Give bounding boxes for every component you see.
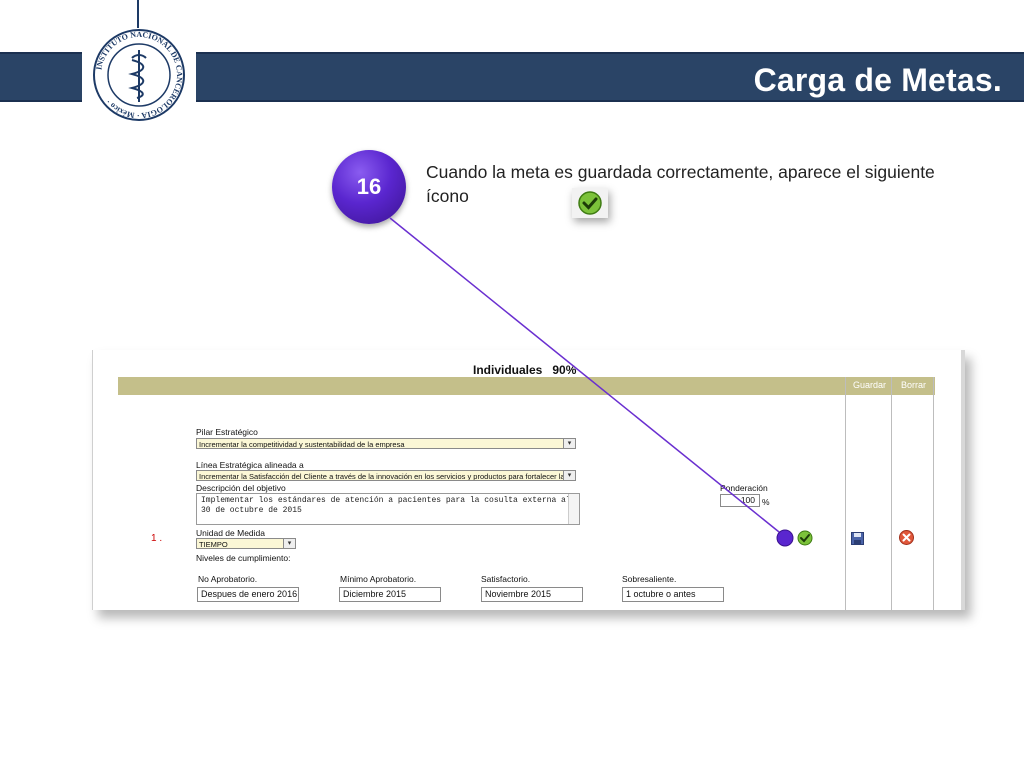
linea-value: Incrementar la Satisfacción del Cliente …	[199, 472, 565, 481]
nivel-minimo-input[interactable]: Diciembre 2015	[339, 587, 441, 602]
slide-title: Carga de Metas.	[753, 62, 1002, 98]
unidad-label: Unidad de Medida	[196, 528, 265, 538]
institute-logo: INSTITUTO NACIONAL DE CANCEROLOGIA · Méx…	[93, 29, 185, 121]
nivel-label: Mínimo Aprobatorio.	[340, 574, 417, 584]
nivel-satisfactorio-input[interactable]: Noviembre 2015	[481, 587, 583, 602]
column-separator	[891, 377, 892, 610]
ponderacion-unit: %	[762, 497, 770, 507]
pilar-select[interactable]: Incrementar la competitividad y sustenta…	[196, 438, 576, 449]
check-circle-icon	[797, 530, 813, 546]
column-header-borrar: Borrar	[901, 380, 927, 390]
column-separator	[845, 377, 846, 610]
descripcion-label: Descripción del objetivo	[196, 483, 286, 493]
screenshot-edge	[961, 350, 965, 610]
form-screenshot: Individuales 90% Guardar Borrar Pilar Es…	[92, 350, 965, 610]
row-number: 1 .	[151, 533, 163, 544]
unidad-value: TIEMPO	[199, 540, 228, 549]
linea-select[interactable]: Incrementar la Satisfacción del Cliente …	[196, 470, 576, 481]
ponderacion-input[interactable]: 100	[720, 494, 760, 507]
chevron-down-icon[interactable]: ▾	[563, 439, 575, 448]
header-band-left	[0, 52, 82, 102]
column-separator	[933, 377, 934, 610]
section-title: Individuales 90%	[473, 363, 577, 377]
step-number-badge: 16	[332, 150, 406, 224]
unidad-select[interactable]: TIEMPO ▾	[196, 538, 296, 549]
saved-check-icon-sample	[572, 188, 608, 218]
textarea-scrollbar[interactable]	[568, 494, 579, 524]
floppy-disk-icon[interactable]	[851, 532, 864, 545]
nivel-label: Sobresaliente.	[622, 574, 677, 584]
pilar-label: Pilar Estratégico	[196, 427, 258, 437]
nivel-label: No Aprobatorio.	[198, 574, 258, 584]
chevron-down-icon[interactable]: ▾	[283, 539, 295, 548]
x-circle-icon[interactable]	[899, 530, 914, 545]
column-header-guardar: Guardar	[853, 380, 887, 390]
niveles-label: Niveles de cumplimiento:	[196, 553, 291, 563]
descripcion-value: Implementar los estándares de atención a…	[201, 496, 571, 515]
check-circle-icon	[578, 191, 602, 215]
step-note: Cuando la meta es guardada correctamente…	[426, 162, 935, 206]
descripcion-textarea[interactable]: Implementar los estándares de atención a…	[196, 493, 580, 525]
table-header-bar	[118, 377, 935, 395]
chevron-down-icon[interactable]: ▾	[563, 471, 575, 480]
pilar-value: Incrementar la competitividad y sustenta…	[199, 440, 405, 449]
nivel-sobresaliente-input[interactable]: 1 octubre o antes	[622, 587, 724, 602]
nivel-no-aprobatorio-input[interactable]: Despues de enero 2016	[197, 587, 299, 602]
ponderacion-label: Ponderación	[720, 483, 768, 493]
nivel-label: Satisfactorio.	[481, 574, 531, 584]
header-band: Carga de Metas.	[196, 52, 1024, 102]
linea-label: Línea Estratégica alineada a	[196, 460, 304, 470]
logo-line	[137, 0, 139, 28]
